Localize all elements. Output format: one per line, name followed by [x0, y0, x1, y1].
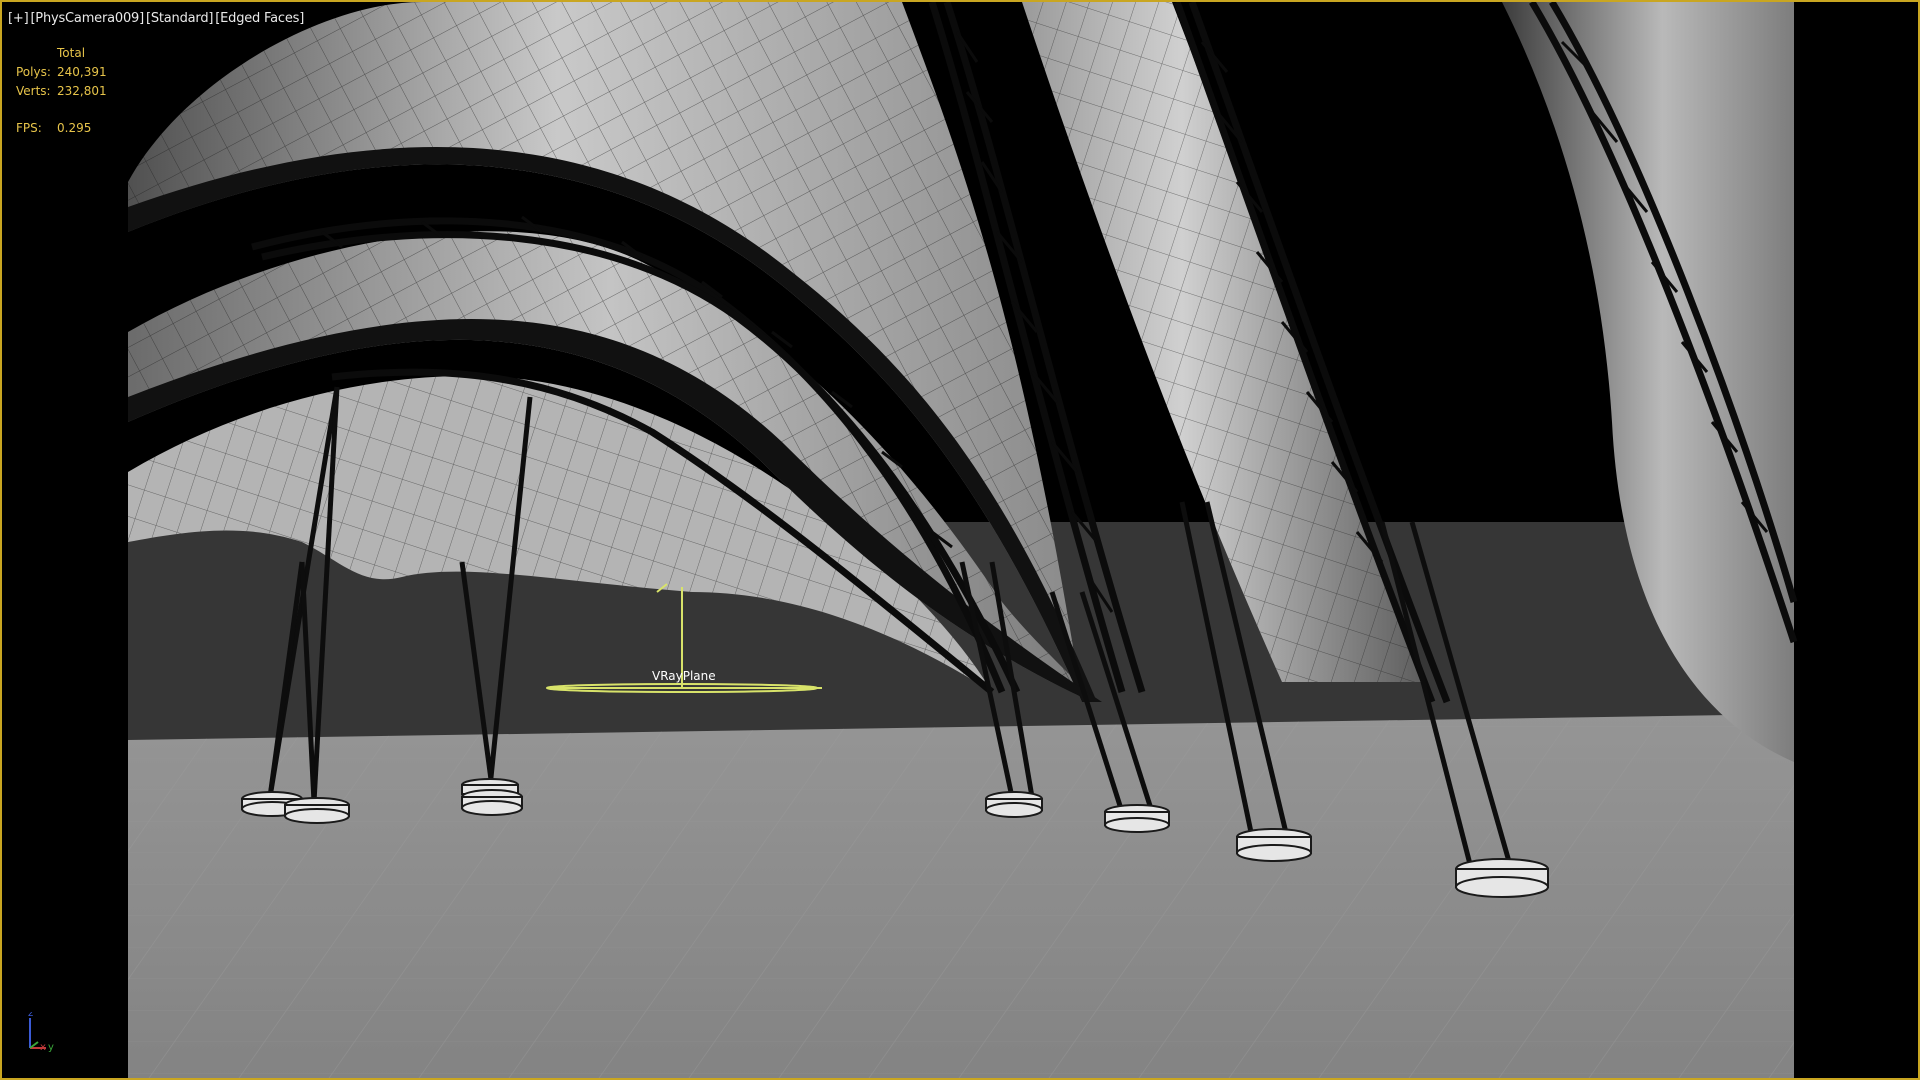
camera-viewport[interactable]: [+] [PhysCamera009] [Standard] [Edged Fa…	[0, 0, 1920, 1080]
axis-x-label: x	[40, 1042, 46, 1052]
vrayplane-label[interactable]: VRayPlane	[652, 669, 716, 683]
scene-canvas	[2, 2, 1918, 1078]
stats-polys-value: 240,391	[57, 65, 107, 79]
axis-z-label: z	[28, 1012, 33, 1019]
stats-fps-label: FPS:	[16, 121, 42, 135]
scene-render[interactable]	[2, 2, 1918, 1078]
viewport-menu-camera[interactable]: [PhysCamera009]	[30, 11, 144, 26]
viewport-menu-shading[interactable]: [Standard]	[146, 11, 213, 26]
viewport-menu-edged-faces[interactable]: [Edged Faces]	[215, 11, 304, 26]
stats-verts-value: 232,801	[57, 84, 107, 98]
viewport-menu-plus[interactable]: [+]	[8, 11, 29, 26]
viewport-label[interactable]: [+] [PhysCamera009] [Standard] [Edged Fa…	[8, 11, 304, 26]
stats-fps-value: 0.295	[57, 121, 92, 135]
stats-verts-label: Verts:	[16, 84, 51, 98]
axis-y-label: y	[48, 1042, 54, 1052]
stats-total-label: Total	[57, 46, 86, 60]
stats-polys-label: Polys:	[16, 65, 51, 79]
axis-tripod-icon: z x y	[24, 1008, 64, 1053]
